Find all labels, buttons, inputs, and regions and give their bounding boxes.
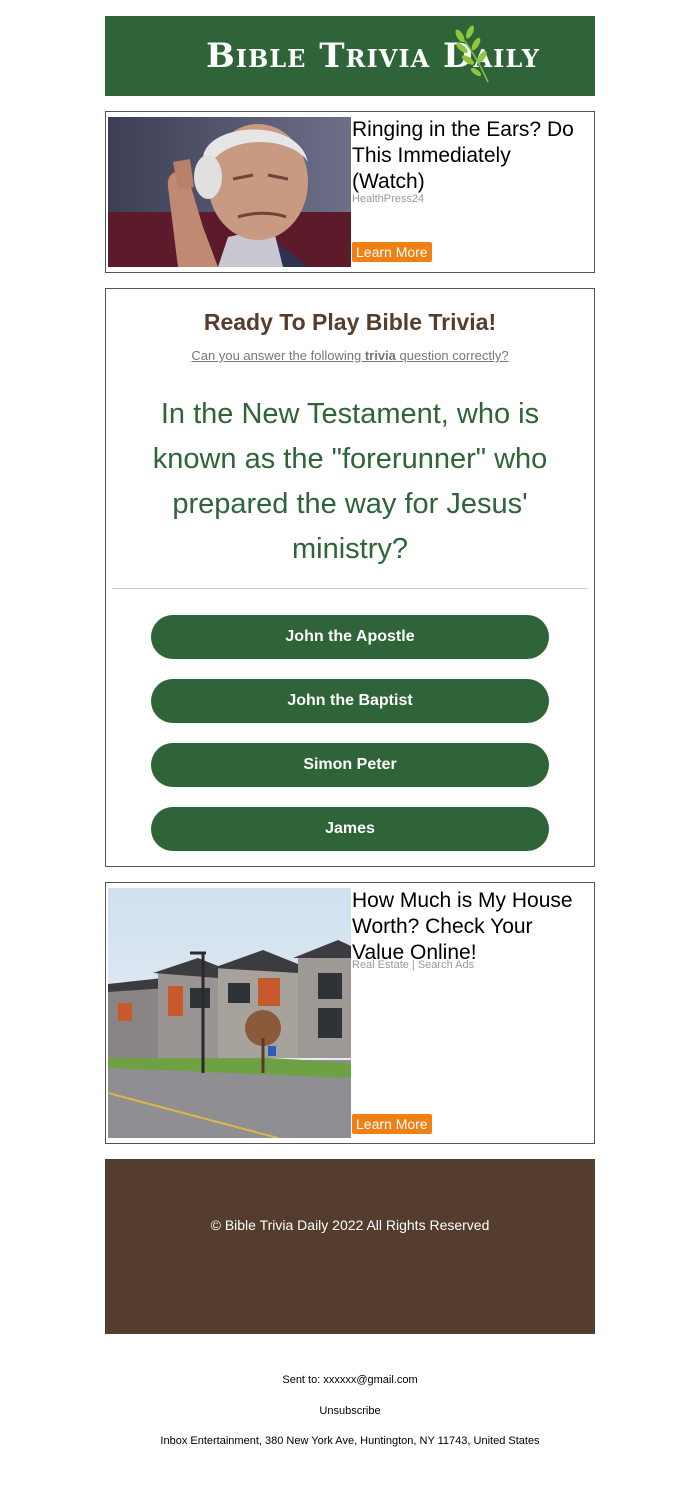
trivia-card: Ready To Play Bible Trivia! Can you answ… (105, 288, 595, 867)
subtitle-post: question correctly? (395, 348, 509, 363)
answer-button-simon-peter[interactable]: Simon Peter (151, 743, 549, 787)
sponsored-ad-real-estate[interactable]: How Much is My House Worth? Check Your V… (105, 882, 595, 1144)
subtitle-bold: trivia (364, 348, 396, 363)
unsubscribe-link[interactable]: Unsubscribe (0, 1405, 700, 1417)
sent-to-text: Sent to: xxxxxx@gmail.com (282, 1374, 418, 1386)
ad-source: Real Estate | Search Ads (352, 959, 475, 971)
trivia-question: In the New Testament, who is known as th… (152, 398, 548, 565)
answer-button-john-the-baptist[interactable]: John the Baptist (151, 679, 549, 723)
sponsored-ad-hearing[interactable]: Ringing in the Ears? Do This Immediately… (105, 111, 595, 273)
trivia-subtitle[interactable]: Can you answer the following trivia ques… (106, 348, 594, 363)
ad-image-townhouses[interactable] (108, 888, 351, 1138)
learn-more-button[interactable]: Learn More (352, 242, 432, 262)
trivia-title: Ready To Play Bible Trivia! (203, 309, 497, 335)
divider (112, 588, 588, 589)
answer-button-james[interactable]: James (151, 807, 549, 851)
answer-button-john-the-apostle[interactable]: John the Apostle (151, 615, 549, 659)
learn-more-button[interactable]: Learn More (352, 1114, 432, 1134)
header-banner: Bible Trivia Daily (105, 16, 595, 96)
copyright-text: © Bible Trivia Daily 2022 All Rights Res… (210, 1217, 490, 1233)
ad-title[interactable]: How Much is My House Worth? Check Your V… (352, 888, 582, 966)
address-text: Inbox Entertainment, 380 New York Ave, H… (160, 1435, 540, 1447)
ad-title[interactable]: Ringing in the Ears? Do This Immediately… (352, 117, 582, 195)
ad-image-elderly-man[interactable] (108, 117, 351, 267)
olive-branch-icon (455, 25, 489, 83)
subtitle-pre: Can you answer the following (191, 348, 365, 363)
ad-source: HealthPress24 (352, 193, 425, 205)
footer: © Bible Trivia Daily 2022 All Rights Res… (105, 1159, 595, 1334)
